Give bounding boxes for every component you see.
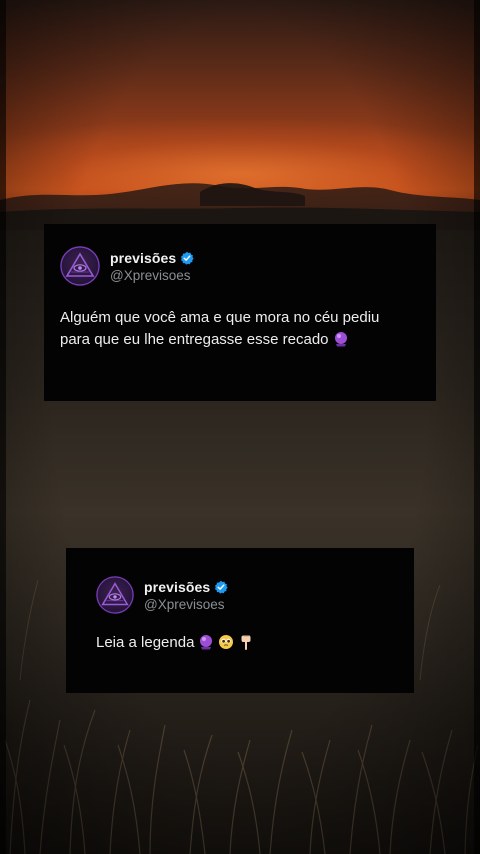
tweet-text-line: Alguém que você ama e que mora no céu pe…: [60, 309, 380, 326]
verified-badge-icon: [215, 580, 228, 594]
author-handle[interactable]: @Xprevisoes: [110, 268, 194, 283]
author-handle[interactable]: @Xprevisoes: [144, 597, 228, 612]
tweet-text-content: Leia a legenda: [96, 634, 195, 651]
tweet-header: previsões @Xprevisoes: [96, 576, 400, 614]
video-frame: previsões @Xprevisoes Alguém que você am…: [0, 0, 480, 854]
tweet-header: previsões @Xprevisoes: [60, 246, 422, 286]
tweet-text-line-content: para que eu lhe entregasse esse recado: [60, 331, 329, 348]
right-edge-shadow: [474, 0, 480, 854]
tweet-card-primary: previsões @Xprevisoes Alguém que você am…: [44, 224, 436, 401]
crystal-ball-icon: [333, 331, 349, 347]
avatar[interactable]: [60, 246, 100, 286]
illuminati-eye-pyramid-icon: [96, 576, 134, 614]
author-name[interactable]: previsões: [144, 579, 210, 595]
pointing-down-hand-icon: [238, 634, 254, 650]
tweet-text: Alguém que você ama e que mora no céu pe…: [60, 307, 422, 351]
avatar[interactable]: [96, 576, 134, 614]
verified-badge-icon: [181, 251, 194, 265]
illuminati-eye-pyramid-icon: [60, 246, 100, 286]
tweet-text: Leia a legenda: [96, 632, 400, 654]
pleading-face-icon: [218, 634, 234, 650]
tweet-card-secondary: previsões @Xprevisoes Leia a legenda: [66, 548, 414, 693]
author-name[interactable]: previsões: [110, 250, 176, 266]
tweet-text-line-2: para que eu lhe entregasse esse recado: [60, 329, 422, 351]
crystal-ball-icon: [198, 634, 214, 650]
left-edge-shadow: [0, 0, 6, 854]
